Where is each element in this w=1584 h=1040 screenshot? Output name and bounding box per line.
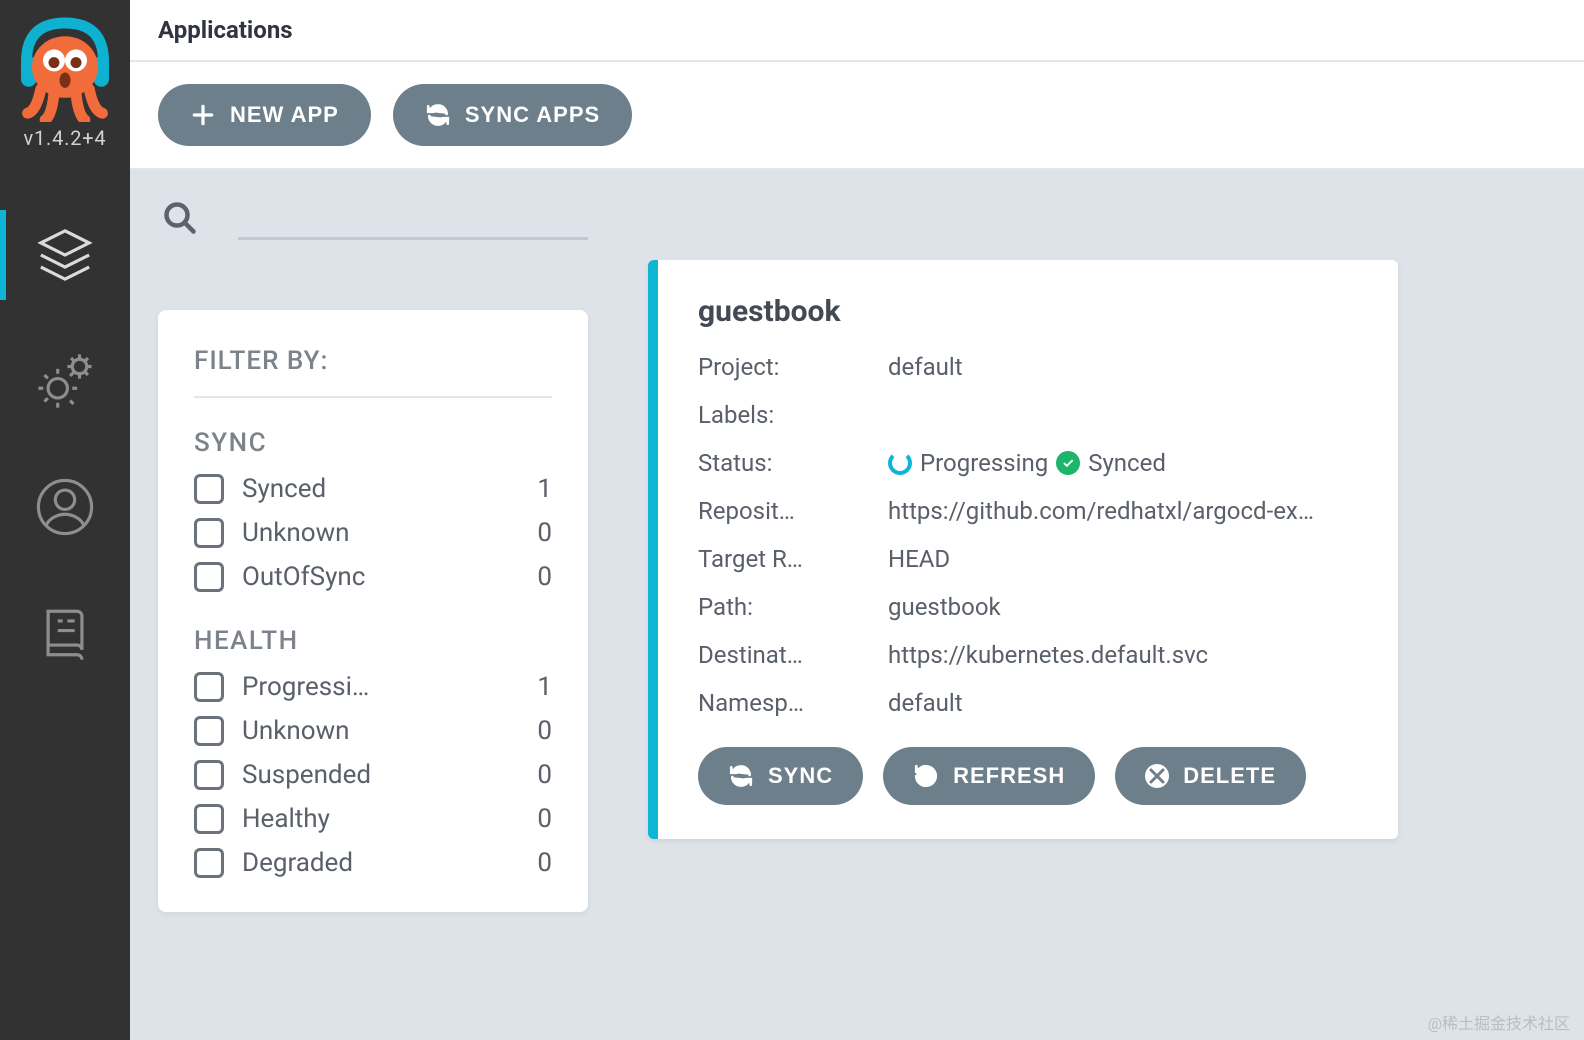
filter-label: Unknown	[242, 518, 502, 548]
nav-settings[interactable]	[0, 346, 130, 416]
filter-label: Progressi…	[242, 672, 502, 702]
app-card-title: guestbook	[698, 294, 1358, 329]
filter-label: Degraded	[242, 848, 502, 878]
filter-group-sync: SYNC Synced 1 Unknown 0	[194, 428, 552, 592]
app-logo	[10, 12, 120, 122]
plus-icon	[190, 102, 216, 128]
checkbox-suspended[interactable]	[194, 760, 224, 790]
main: Applications NEW APP SYNC APPS	[130, 0, 1584, 1040]
refresh-icon	[913, 763, 939, 789]
status-label: Status:	[698, 449, 888, 477]
filter-row-unknown-health: Unknown 0	[194, 716, 552, 746]
checkbox-outofsync[interactable]	[194, 562, 224, 592]
status-progressing: Progressing	[920, 449, 1048, 477]
progressing-icon	[888, 451, 912, 475]
refresh-label: REFRESH	[953, 763, 1065, 789]
search-row	[158, 200, 588, 240]
filter-row-synced: Synced 1	[194, 474, 552, 504]
filter-count: 0	[520, 760, 552, 790]
checkbox-progressing[interactable]	[194, 672, 224, 702]
new-app-label: NEW APP	[230, 102, 339, 128]
path-label: Path:	[698, 593, 888, 621]
sync-apps-button[interactable]: SYNC APPS	[393, 84, 632, 146]
filter-count: 0	[520, 848, 552, 878]
sync-icon	[728, 763, 754, 789]
target-label: Target R…	[698, 545, 888, 573]
filter-count: 0	[520, 804, 552, 834]
project-label: Project:	[698, 353, 888, 381]
path-value: guestbook	[888, 593, 1358, 621]
dest-label: Destinat…	[698, 641, 888, 669]
search-icon[interactable]	[162, 200, 198, 240]
sync-button[interactable]: SYNC	[698, 747, 863, 805]
filter-label: Synced	[242, 474, 502, 504]
ns-label: Namesp…	[698, 689, 888, 717]
watermark: @稀土掘金技术社区	[1428, 1010, 1570, 1034]
filter-count: 1	[520, 672, 552, 702]
filter-count: 0	[520, 562, 552, 592]
topbar: Applications	[130, 0, 1584, 62]
synced-icon	[1056, 451, 1080, 475]
dest-value: https://kubernetes.default.svc	[888, 641, 1358, 669]
content-area: FILTER BY: SYNC Synced 1 Unknown 0	[130, 170, 1584, 1040]
filter-label: Unknown	[242, 716, 502, 746]
refresh-button[interactable]: REFRESH	[883, 747, 1095, 805]
sidebar: v1.4.2+4	[0, 0, 130, 1040]
sync-label: SYNC	[768, 763, 833, 789]
filter-row-outofsync: OutOfSync 0	[194, 562, 552, 592]
page-title: Applications	[158, 16, 1556, 44]
filter-row-suspended: Suspended 0	[194, 760, 552, 790]
ns-value: default	[888, 689, 1358, 717]
filter-count: 1	[520, 474, 552, 504]
status-synced: Synced	[1088, 449, 1166, 477]
version-label: v1.4.2+4	[5, 126, 125, 150]
nav-docs[interactable]	[0, 598, 130, 668]
checkbox-healthy[interactable]	[194, 804, 224, 834]
toolbar: NEW APP SYNC APPS	[130, 62, 1584, 170]
repo-value: https://github.com/redhatxl/argocd-ex…	[888, 497, 1358, 525]
sync-apps-label: SYNC APPS	[465, 102, 600, 128]
search-input-underline[interactable]	[238, 237, 588, 240]
filter-count: 0	[520, 716, 552, 746]
gears-icon	[36, 352, 94, 410]
filter-label: Suspended	[242, 760, 502, 790]
filter-row-unknown-sync: Unknown 0	[194, 518, 552, 548]
layers-icon	[36, 226, 94, 284]
filter-row-progressing: Progressi… 1	[194, 672, 552, 702]
card-actions: SYNC REFRESH DELETE	[698, 747, 1358, 805]
target-value: HEAD	[888, 545, 1358, 573]
filter-group-health-title: HEALTH	[194, 626, 552, 656]
project-value: default	[888, 353, 1358, 381]
user-circle-icon	[36, 478, 94, 536]
repo-label: Reposit…	[698, 497, 888, 525]
filter-count: 0	[520, 518, 552, 548]
app-card-guestbook[interactable]: guestbook Project: default Labels: Statu…	[648, 260, 1398, 839]
delete-label: DELETE	[1183, 763, 1276, 789]
new-app-button[interactable]: NEW APP	[158, 84, 371, 146]
filter-label: Healthy	[242, 804, 502, 834]
filter-heading: FILTER BY:	[194, 346, 552, 398]
checkbox-degraded[interactable]	[194, 848, 224, 878]
filter-group-health: HEALTH Progressi… 1 Unknown 0	[194, 626, 552, 878]
filter-label: OutOfSync	[242, 562, 502, 592]
checkbox-synced[interactable]	[194, 474, 224, 504]
checkbox-unknown-health[interactable]	[194, 716, 224, 746]
labels-label: Labels:	[698, 401, 888, 429]
nav-applications[interactable]	[0, 220, 130, 290]
nav-user[interactable]	[0, 472, 130, 542]
delete-button[interactable]: DELETE	[1115, 747, 1306, 805]
filter-panel: FILTER BY: SYNC Synced 1 Unknown 0	[158, 310, 588, 912]
octopus-logo-icon	[10, 12, 120, 122]
filter-row-degraded: Degraded 0	[194, 848, 552, 878]
sync-icon	[425, 102, 451, 128]
delete-icon	[1145, 764, 1169, 788]
checkbox-unknown-sync[interactable]	[194, 518, 224, 548]
filter-row-healthy: Healthy 0	[194, 804, 552, 834]
book-icon	[36, 604, 94, 662]
filter-group-sync-title: SYNC	[194, 428, 552, 458]
